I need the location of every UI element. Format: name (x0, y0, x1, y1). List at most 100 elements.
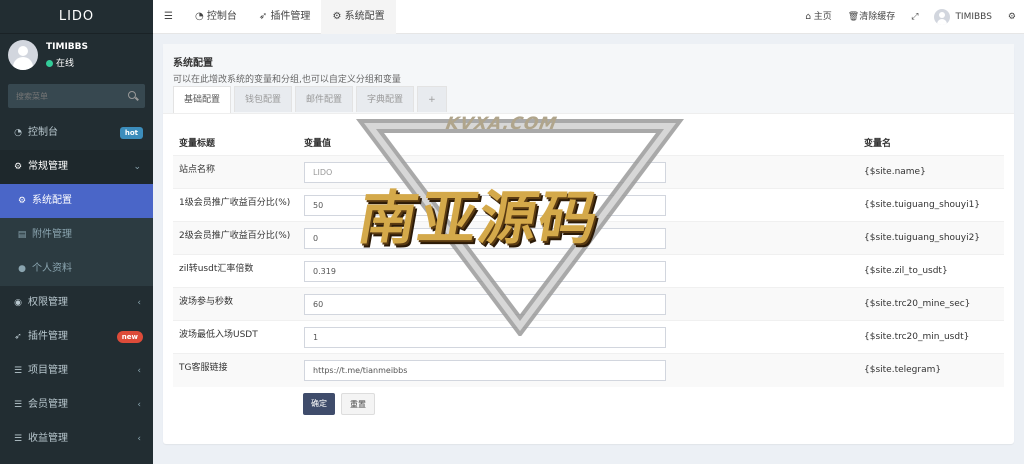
settings-button[interactable]: ⚙ (1000, 0, 1024, 34)
list-icon: ☰ (13, 400, 23, 410)
sidebar-item-label: 控制台 (28, 127, 58, 138)
rocket-icon: ➶ (258, 11, 271, 22)
user-menu-label: TIMIBBS (955, 12, 992, 22)
sidebar-item-members[interactable]: ☰ 会员管理 ‹ (0, 388, 153, 422)
tab-dashboard[interactable]: ◔ 控制台 (184, 0, 248, 34)
avatar (934, 8, 951, 25)
tab-label: 系统配置 (344, 11, 385, 22)
tab-wallet-config[interactable]: 钱包配置 (234, 86, 293, 112)
panel-header: 系统配置 可以在此增改系统的变量和分组,也可以自定义分组和变量 基础配置 钱包配… (163, 44, 1014, 114)
sidebar-item-label: 常规管理 (28, 161, 68, 172)
row-title: 1级会员推广收益百分比(%) (173, 188, 298, 222)
level2-commission-field[interactable] (304, 227, 666, 249)
clear-cache-label: 清除缓存 (859, 12, 896, 22)
config-table: 变量标题 变量值 变量名 站点名称 {$site.name} 1级会员推广收益百… (173, 130, 1004, 387)
column-header-title: 变量标题 (179, 139, 216, 149)
trc20-min-usdt-field[interactable] (304, 326, 666, 348)
search-input[interactable] (8, 84, 118, 108)
chevron-left-icon: ‹ (137, 366, 141, 376)
home-link[interactable]: ⌂ 主页 (797, 0, 840, 34)
table-row: 站点名称 {$site.name} (173, 155, 1004, 189)
row-title: TG客服链接 (173, 353, 298, 387)
column-header-value: 变量值 (304, 139, 332, 149)
sidebar-item-label: 收益管理 (28, 433, 68, 444)
cogs-icon: ⚙ (1007, 12, 1016, 22)
table-row: TG客服链接 {$site.telegram} (173, 353, 1004, 387)
add-tab-button[interactable]: + (417, 86, 447, 112)
rocket-icon: ➶ (14, 332, 22, 342)
table-row: 波场最低入场USDT {$site.trc20_min_usdt} (173, 320, 1004, 354)
tab-system-config[interactable]: ⚙ 系统配置 (321, 0, 396, 34)
trc20-seconds-field[interactable] (304, 293, 666, 315)
row-title: 波场最低入场USDT (173, 320, 298, 354)
page-subtitle: 可以在此增改系统的变量和分组,也可以自定义分组和变量 (173, 75, 401, 85)
sidebar-item-general[interactable]: ⚙ 常规管理 ⌄ (0, 150, 153, 184)
user-menu[interactable]: TIMIBBS (926, 0, 999, 34)
clear-cache-button[interactable]: 🗑清除缓存 (840, 0, 903, 34)
tab-basic-config[interactable]: 基础配置 (173, 86, 232, 113)
reset-button[interactable]: 重置 (341, 393, 375, 415)
submit-button[interactable]: 确定 (303, 393, 335, 415)
user-icon: ● (18, 264, 26, 274)
cogs-icon: ⚙ (13, 162, 23, 172)
tab-dictionary-config[interactable]: 字典配置 (356, 86, 415, 112)
telegram-link-field[interactable] (304, 359, 666, 381)
fullscreen-button[interactable]: ⤢ (903, 0, 926, 34)
row-variable-name: {$site.tuiguang_shouyi2} (858, 221, 1004, 255)
list-icon: ☰ (13, 366, 23, 376)
sidebar-item-label: 插件管理 (28, 331, 68, 342)
row-variable-name: {$site.tuiguang_shouyi1} (858, 188, 1004, 222)
dashboard-icon: ◔ (194, 11, 207, 22)
sidebar-item-earnings[interactable]: ☰ 收益管理 ‹ (0, 422, 153, 456)
gear-icon: ⚙ (332, 11, 345, 22)
sidebar-item-projects[interactable]: ☰ 项目管理 ‹ (0, 354, 153, 388)
page-title: 系统配置 (173, 58, 213, 69)
online-dot-icon (46, 60, 53, 67)
tab-plugins[interactable]: ➶ 插件管理 (248, 0, 322, 34)
level1-commission-field[interactable] (304, 194, 666, 216)
row-title: 波场参与秒数 (173, 287, 298, 321)
sidebar-item-label: 会员管理 (28, 399, 68, 410)
brand-logo[interactable]: LIDO (0, 0, 153, 34)
tab-label: 插件管理 (270, 11, 311, 22)
user-status-label: 在线 (56, 59, 75, 69)
sidebar-item-system-config[interactable]: ⚙ 系统配置 (0, 184, 153, 218)
sidebar-search (8, 84, 145, 108)
table-row: 2级会员推广收益百分比(%) {$site.tuiguang_shouyi2} (173, 221, 1004, 255)
sidebar-item-dashboard[interactable]: ◔ 控制台 hot (0, 116, 153, 150)
form-actions: 确定 重置 (303, 393, 381, 415)
config-panel: 系统配置 可以在此增改系统的变量和分组,也可以自定义分组和变量 基础配置 钱包配… (163, 44, 1014, 444)
sidebar-item-permissions[interactable]: ◉ 权限管理 ‹ (0, 286, 153, 320)
gear-icon: ⚙ (17, 196, 27, 206)
users-icon: ◉ (14, 298, 22, 308)
row-variable-name: {$site.telegram} (858, 353, 1004, 387)
tab-label: 控制台 (206, 11, 237, 22)
avatar (8, 40, 38, 70)
row-variable-name: {$site.name} (858, 155, 1004, 189)
sidebar-item-attachments[interactable]: ▤ 附件管理 (0, 218, 153, 252)
search-icon[interactable] (128, 91, 136, 99)
hamburger-icon: ☰ (164, 11, 173, 22)
list-icon: ☰ (13, 434, 23, 444)
sidebar-item-label: 项目管理 (28, 365, 68, 376)
row-title: 2级会员推广收益百分比(%) (173, 221, 298, 255)
row-variable-name: {$site.zil_to_usdt} (858, 254, 1004, 288)
hot-badge: hot (119, 127, 143, 139)
table-row: 波场参与秒数 {$site.trc20_mine_sec} (173, 287, 1004, 321)
site-name-field[interactable] (304, 161, 666, 183)
expand-icon: ⤢ (911, 12, 919, 22)
row-title: zil转usdt汇率倍数 (173, 254, 298, 288)
sidebar-item-label: 系统配置 (32, 195, 72, 206)
dashboard-icon: ◔ (14, 128, 22, 138)
home-label: 主页 (813, 12, 832, 22)
nav-actions: ⌂ 主页 🗑清除缓存 ⤢ TIMIBBS ⚙ (797, 0, 1024, 34)
user-panel: TIMIBBS 在线 (0, 34, 153, 80)
menu-toggle-button[interactable]: ☰ (153, 0, 184, 34)
zil-usdt-rate-field[interactable] (304, 260, 666, 282)
sidebar-item-profile[interactable]: ● 个人资料 (0, 252, 153, 286)
new-badge: new (116, 331, 143, 343)
top-navbar: ☰ ◔ 控制台 ➶ 插件管理 ⚙ 系统配置 ⌂ 主页 🗑清除缓存 ⤢ TIMIB… (153, 0, 1024, 34)
table-row: zil转usdt汇率倍数 {$site.zil_to_usdt} (173, 254, 1004, 288)
sidebar-item-plugins[interactable]: ➶ 插件管理 new (0, 320, 153, 354)
tab-email-config[interactable]: 邮件配置 (295, 86, 354, 112)
